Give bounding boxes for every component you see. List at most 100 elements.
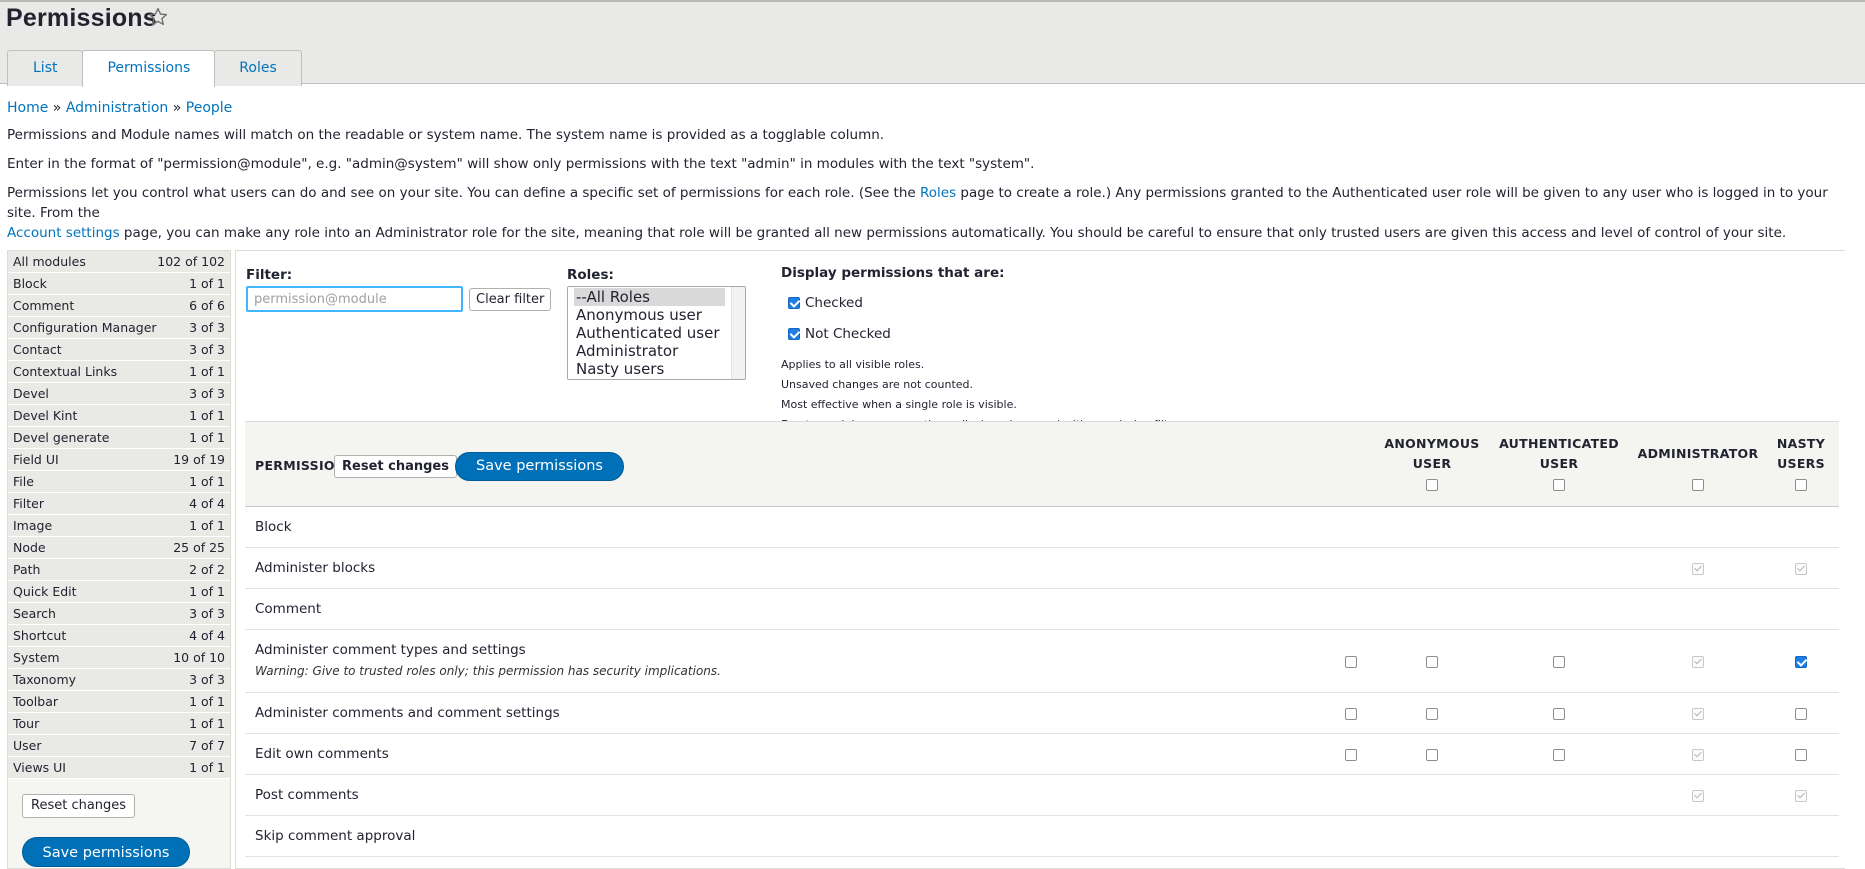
save-permissions-button[interactable]: Save permissions [455, 452, 624, 481]
reset-changes-button[interactable]: Reset changes [334, 455, 457, 478]
roles-label: Roles: [567, 267, 614, 283]
primary-tabs: List Permissions Roles [7, 50, 302, 87]
display-not-checked-option[interactable]: Not Checked [788, 326, 891, 342]
module-filter-count: 1 of 1 [189, 408, 225, 423]
tab-roles[interactable]: Roles [214, 50, 302, 86]
system-name-checkbox[interactable] [1345, 708, 1357, 720]
account-settings-link[interactable]: Account settings [7, 225, 120, 241]
anonymous-permission-checkbox[interactable] [1426, 708, 1438, 720]
roles-option[interactable]: Nasty users [574, 360, 725, 378]
module-filter-count: 3 of 3 [189, 672, 225, 687]
nasty-users-select-all-checkbox[interactable] [1795, 479, 1807, 491]
roles-option[interactable]: Authenticated user [574, 324, 725, 342]
module-filter-item[interactable]: Filter 4 of 4 [8, 493, 230, 515]
nasty-users-permission-checkbox [1795, 790, 1807, 802]
tab-permissions[interactable]: Permissions [82, 50, 216, 87]
anonymous-permission-checkbox[interactable] [1426, 749, 1438, 761]
module-filter-item[interactable]: Tour 1 of 1 [8, 713, 230, 735]
module-filter-item[interactable]: Quick Edit 1 of 1 [8, 581, 230, 603]
breadcrumb-administration[interactable]: Administration [66, 100, 168, 116]
roles-option[interactable]: --All Roles [574, 288, 725, 306]
module-filter-item[interactable]: Devel Kint 1 of 1 [8, 405, 230, 427]
module-filter-item[interactable]: Block 1 of 1 [8, 273, 230, 295]
module-filter-item[interactable]: System 10 of 10 [8, 647, 230, 669]
filter-label: Filter: [246, 267, 293, 283]
module-filter-count: 2 of 2 [189, 562, 225, 577]
module-filter-item[interactable]: Contact 3 of 3 [8, 339, 230, 361]
module-filter-item[interactable]: Views UI 1 of 1 [8, 757, 230, 779]
authenticated-permission-checkbox[interactable] [1553, 749, 1565, 761]
module-list: All modules 102 of 102 Block 1 of 1 Comment 6… [8, 251, 230, 779]
module-filter-count: 4 of 4 [189, 496, 225, 511]
module-filter-name: Filter [13, 496, 44, 511]
permission-row: Skip comment approval [245, 816, 1839, 857]
filter-input[interactable]: permission@module [246, 286, 463, 312]
administrator-permission-checkbox [1692, 656, 1704, 668]
permission-name: Post comments [255, 787, 359, 803]
module-filter-name: File [13, 474, 34, 489]
anonymous-select-all-checkbox[interactable] [1426, 479, 1438, 491]
permission-row: Administer blocks [245, 548, 1839, 589]
module-filter-item[interactable]: Contextual Links 1 of 1 [8, 361, 230, 383]
star-outline-icon[interactable] [147, 6, 169, 28]
authenticated-permission-checkbox[interactable] [1553, 656, 1565, 668]
module-filter-name: Contact [13, 342, 62, 357]
system-name-checkbox[interactable] [1345, 656, 1357, 668]
module-filter-name: Devel generate [13, 430, 110, 445]
help-line-2: Enter in the format of "permission@modul… [7, 156, 1035, 172]
module-filter-name: Devel Kint [13, 408, 78, 423]
sidebar-save-permissions-button[interactable]: Save permissions [22, 837, 190, 867]
module-filter-item[interactable]: Toolbar 1 of 1 [8, 691, 230, 713]
breadcrumb-home[interactable]: Home [7, 100, 48, 116]
module-filter-count: 6 of 6 [189, 298, 225, 313]
module-filter-count: 1 of 1 [189, 760, 225, 775]
module-filter-item[interactable]: Devel 3 of 3 [8, 383, 230, 405]
roles-link[interactable]: Roles [920, 185, 956, 201]
roles-option[interactable]: Anonymous user [574, 306, 725, 324]
module-filter-name: All modules [13, 254, 86, 269]
help-line-3: Permissions let you control what users c… [7, 183, 1858, 243]
help-line-1: Permissions and Module names will match … [7, 127, 885, 143]
administrator-permission-checkbox [1692, 749, 1704, 761]
module-filter-item[interactable]: Path 2 of 2 [8, 559, 230, 581]
module-filter-item[interactable]: Search 3 of 3 [8, 603, 230, 625]
anonymous-permission-checkbox[interactable] [1426, 656, 1438, 668]
permission-name: Skip comment approval [255, 828, 416, 844]
module-filter-count: 1 of 1 [189, 584, 225, 599]
roles-select-scrollbar[interactable] [731, 287, 745, 379]
module-filter-item[interactable]: User 7 of 7 [8, 735, 230, 757]
authenticated-permission-checkbox[interactable] [1553, 708, 1565, 720]
nasty-users-permission-checkbox[interactable] [1795, 749, 1807, 761]
system-name-checkbox[interactable] [1345, 749, 1357, 761]
module-filter-name: Search [13, 606, 56, 621]
display-checked-checkbox[interactable] [788, 297, 800, 309]
module-name: Block [255, 519, 292, 535]
breadcrumb-people[interactable]: People [186, 100, 233, 116]
module-filter-item[interactable]: Node 25 of 25 [8, 537, 230, 559]
nasty-users-permission-checkbox[interactable] [1795, 708, 1807, 720]
module-filter-name: Node [13, 540, 46, 555]
module-filter-item[interactable]: Image 1 of 1 [8, 515, 230, 537]
module-filter-item[interactable]: Taxonomy 3 of 3 [8, 669, 230, 691]
permission-warning: Warning: Give to trusted roles only; thi… [255, 664, 721, 678]
module-filter-item[interactable]: All modules 102 of 102 [8, 251, 230, 273]
module-filter-item[interactable]: Comment 6 of 6 [8, 295, 230, 317]
module-filter-item[interactable]: File 1 of 1 [8, 471, 230, 493]
clear-filter-button[interactable]: Clear filter [469, 288, 552, 311]
module-filter-count: 4 of 4 [189, 628, 225, 643]
administrator-select-all-checkbox[interactable] [1692, 479, 1704, 491]
tab-list[interactable]: List [7, 50, 84, 86]
authenticated-select-all-checkbox[interactable] [1553, 479, 1565, 491]
roles-select[interactable]: --All Roles Anonymous user Authenticated… [567, 286, 746, 380]
module-filter-count: 19 of 19 [173, 452, 225, 467]
module-filter-name: Toolbar [13, 694, 59, 709]
roles-option[interactable]: Administrator [574, 342, 725, 360]
display-not-checked-checkbox[interactable] [788, 328, 800, 340]
sidebar-reset-changes-button[interactable]: Reset changes [22, 794, 136, 818]
display-checked-option[interactable]: Checked [788, 295, 863, 311]
module-filter-item[interactable]: Shortcut 4 of 4 [8, 625, 230, 647]
module-filter-item[interactable]: Field UI 19 of 19 [8, 449, 230, 471]
module-filter-item[interactable]: Devel generate 1 of 1 [8, 427, 230, 449]
nasty-users-permission-checkbox[interactable] [1795, 656, 1807, 668]
module-filter-item[interactable]: Configuration Manager 3 of 3 [8, 317, 230, 339]
